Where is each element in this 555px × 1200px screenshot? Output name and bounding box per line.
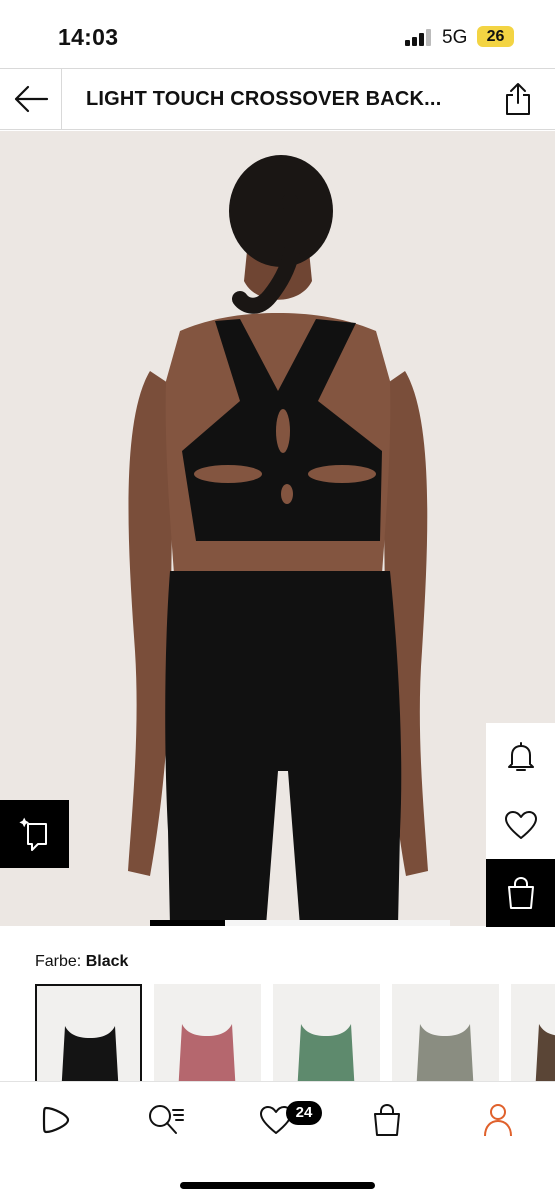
bell-icon — [507, 742, 534, 771]
shop-the-look-button[interactable] — [0, 800, 69, 868]
color-label: Farbe: Black — [35, 953, 128, 971]
shopping-bag-icon — [507, 876, 534, 909]
gallery-progress — [150, 920, 450, 926]
add-to-bag-button[interactable] — [486, 859, 555, 927]
nav-profile[interactable] — [476, 1098, 520, 1142]
product-image[interactable] — [0, 131, 555, 926]
search-icon — [149, 1105, 184, 1134]
network-label: 5G — [442, 27, 468, 48]
swatch-top — [297, 1024, 355, 1084]
arrow-left-icon — [14, 85, 48, 113]
status-bar: 14:03 5G 26 — [0, 0, 555, 68]
side-actions — [486, 723, 555, 927]
tag-icon — [18, 817, 47, 851]
bottom-nav: 24 — [0, 1081, 555, 1200]
home-indicator — [180, 1182, 375, 1189]
signal-icon — [405, 29, 433, 46]
notify-button[interactable] — [486, 723, 555, 791]
color-label-prefix: Farbe: — [35, 953, 82, 970]
home-icon — [42, 1106, 70, 1134]
wishlist-button[interactable] — [486, 791, 555, 859]
swatch-top — [535, 1024, 555, 1084]
color-swatch-green[interactable] — [273, 984, 380, 1084]
selected-color-name: Black — [85, 953, 129, 970]
swatch-top — [61, 1026, 119, 1084]
back-button[interactable] — [0, 69, 62, 129]
gallery-progress-fill — [150, 920, 225, 926]
color-swatches — [35, 984, 555, 1084]
swatch-top — [178, 1024, 236, 1084]
swatch-top — [416, 1024, 474, 1084]
wishlist-count-badge: 24 — [286, 1101, 322, 1125]
color-swatch-rose[interactable] — [154, 984, 261, 1084]
color-swatch-grey[interactable] — [392, 984, 499, 1084]
nav-search[interactable] — [144, 1098, 188, 1142]
profile-icon — [484, 1104, 512, 1137]
status-time: 14:03 — [58, 24, 119, 50]
cart-icon — [374, 1103, 400, 1136]
product-photo — [0, 131, 555, 926]
battery-indicator: 26 — [477, 26, 514, 47]
nav-home[interactable] — [34, 1098, 78, 1142]
page-title: LIGHT TOUCH CROSSOVER BACK... — [86, 88, 442, 110]
heart-icon — [504, 811, 537, 839]
share-icon — [506, 83, 530, 115]
color-swatch-black[interactable] — [35, 984, 142, 1084]
product-header: LIGHT TOUCH CROSSOVER BACK... — [0, 68, 555, 130]
share-button[interactable] — [496, 77, 540, 121]
color-swatch-brown[interactable] — [511, 984, 555, 1084]
nav-cart[interactable] — [365, 1098, 409, 1142]
